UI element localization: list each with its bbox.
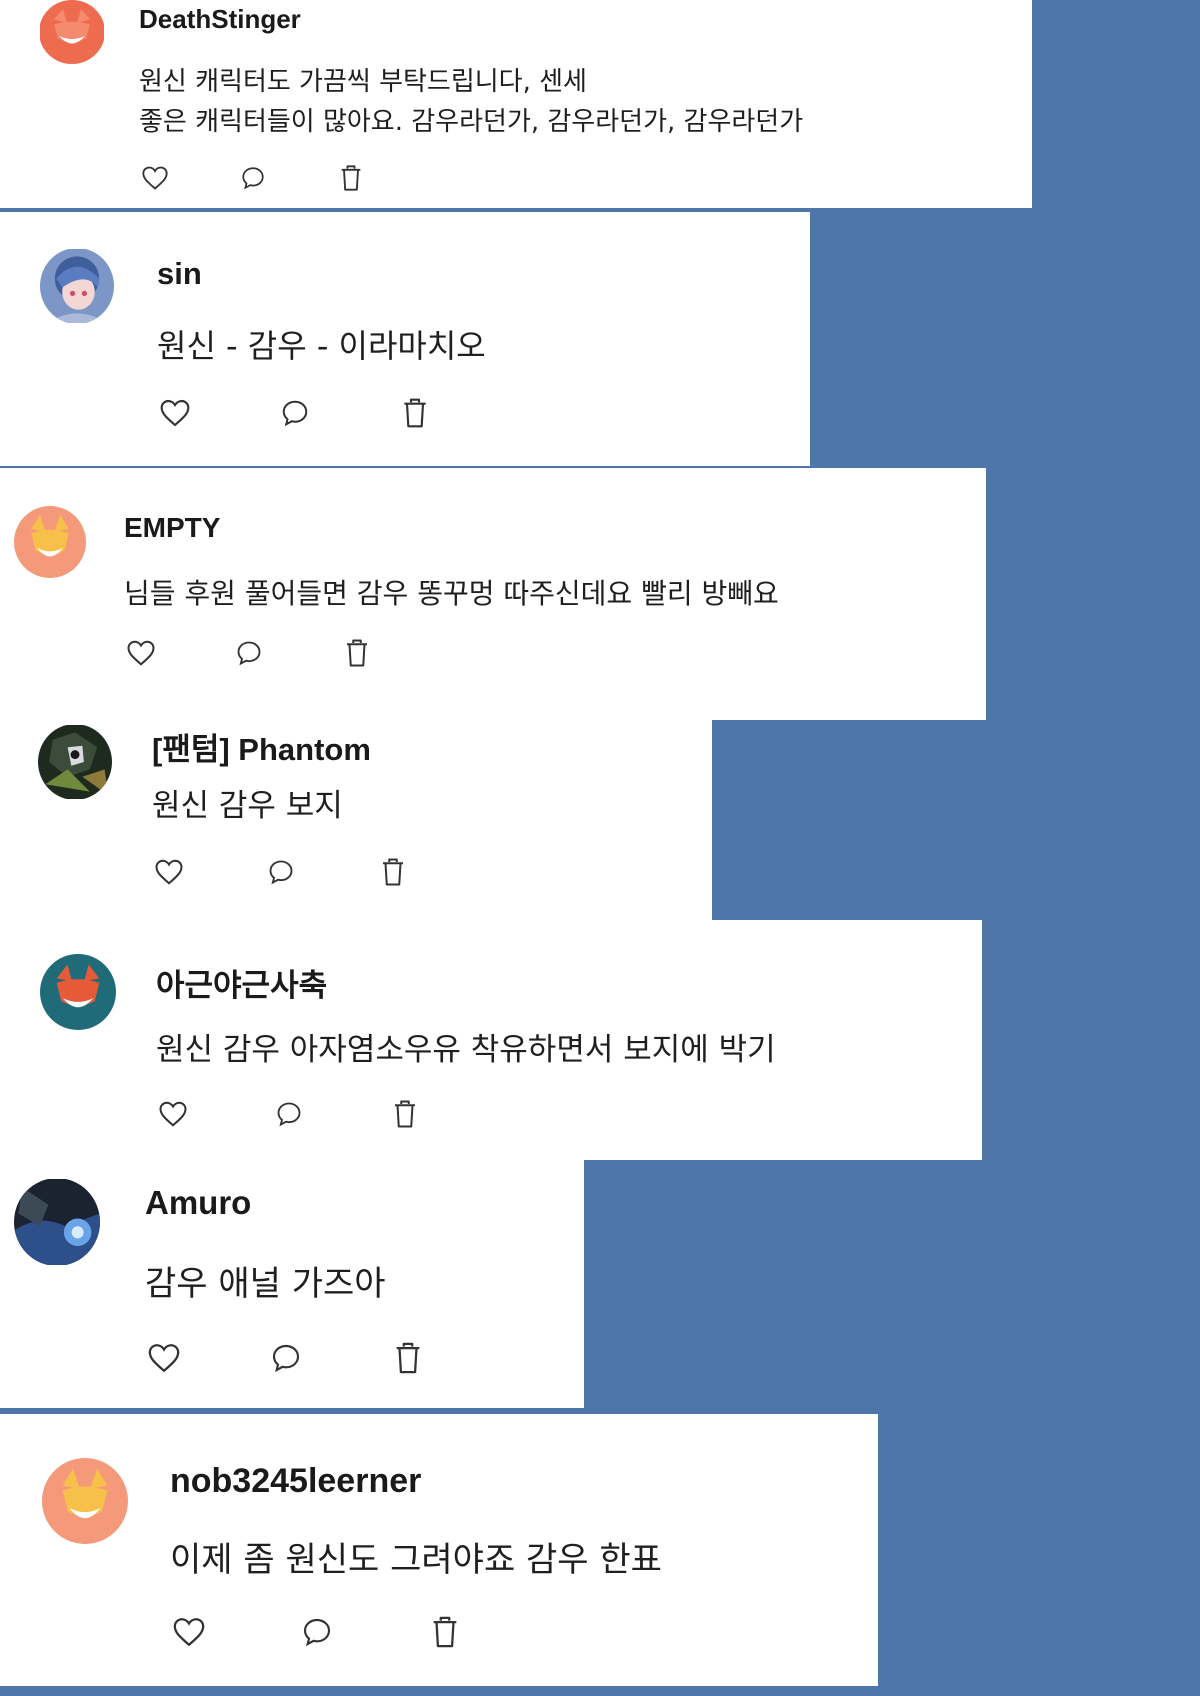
- heart-icon: [148, 1344, 180, 1373]
- reply-button[interactable]: [264, 856, 298, 888]
- comment-line: 원신 - 감우 - 이라마치오: [157, 327, 486, 365]
- comment-card-sin: sin 원신 - 감우 - 이라마치오: [0, 212, 810, 466]
- heart-icon: [142, 166, 168, 190]
- trash-icon: [433, 1616, 457, 1648]
- comment-line: 원신 캐릭터도 가끔씩 부탁드립니다, 센세: [139, 67, 587, 97]
- comment-actions: [156, 1098, 422, 1130]
- avatar[interactable]: [14, 1178, 100, 1266]
- comment-line: 님들 후원 풀어들면 감우 똥꾸멍 따주신데요 빨리 방빼요: [124, 577, 779, 610]
- speech-bubble-icon: [269, 860, 293, 885]
- comment-actions: [170, 1614, 464, 1650]
- username[interactable]: Amuro: [145, 1184, 251, 1222]
- comment-card-phantom: [팬텀] Phantom 원신 감우 보지: [0, 720, 712, 920]
- delete-button[interactable]: [340, 638, 374, 668]
- speech-bubble-icon: [237, 641, 261, 666]
- delete-button[interactable]: [389, 1340, 427, 1376]
- speech-bubble-icon: [282, 400, 308, 427]
- trash-icon: [347, 639, 367, 667]
- avatar[interactable]: [39, 0, 105, 64]
- heart-icon: [127, 640, 155, 666]
- trash-icon: [395, 1100, 415, 1128]
- comment-card-amuro: Amuro 감우 애널 가즈아: [0, 1160, 584, 1408]
- fox-icon: [40, 0, 104, 64]
- delete-button[interactable]: [397, 396, 433, 430]
- avatar[interactable]: [42, 1458, 128, 1544]
- username[interactable]: sin: [157, 256, 202, 292]
- username[interactable]: nob3245leerner: [170, 1462, 421, 1501]
- reply-button[interactable]: [237, 164, 269, 192]
- speech-bubble-icon: [277, 1102, 301, 1127]
- username[interactable]: DeathStinger: [139, 4, 301, 35]
- dark-blue-art-icon: [14, 1179, 100, 1265]
- comment-line: 좋은 캐릭터들이 많아요. 감우라던가, 감우라던가, 감우라던가: [139, 107, 804, 137]
- delete-button[interactable]: [376, 856, 410, 888]
- comment-card-nob3245leerner: nob3245leerner 이제 좀 원신도 그려야죠 감우 한표: [0, 1414, 878, 1686]
- comment-text: 원신 - 감우 - 이라마치오: [157, 324, 486, 368]
- comment-line: 감우 애널 가즈아: [145, 1264, 386, 1304]
- comment-actions: [152, 856, 410, 888]
- like-button[interactable]: [152, 856, 186, 888]
- speech-bubble-icon: [272, 1344, 300, 1373]
- comment-line: 이제 좀 원신도 그려야죠 감우 한표: [170, 1540, 662, 1580]
- delete-button[interactable]: [388, 1098, 422, 1130]
- comment-text: 원신 감우 아자염소우유 착유하면서 보지에 박기: [156, 1028, 776, 1072]
- avatar[interactable]: [38, 724, 112, 800]
- heart-icon: [173, 1618, 205, 1647]
- comment-text: 감우 애널 가즈아: [145, 1260, 386, 1308]
- heart-icon: [159, 1101, 187, 1127]
- dark-art-icon: [38, 725, 112, 799]
- like-button[interactable]: [156, 1098, 190, 1130]
- like-button[interactable]: [170, 1614, 208, 1650]
- like-button[interactable]: [157, 396, 193, 430]
- comment-line: 원신 감우 아자염소우유 착유하면서 보지에 박기: [156, 1032, 776, 1068]
- reply-button[interactable]: [272, 1098, 306, 1130]
- reply-button[interactable]: [232, 638, 266, 668]
- trash-icon: [383, 858, 403, 886]
- fox-icon: [40, 954, 116, 1030]
- delete-button[interactable]: [426, 1614, 464, 1650]
- like-button[interactable]: [124, 638, 158, 668]
- reply-button[interactable]: [277, 396, 313, 430]
- reply-button[interactable]: [267, 1340, 305, 1376]
- comment-text: 이제 좀 원신도 그려야죠 감우 한표: [170, 1536, 662, 1584]
- speech-bubble-icon: [242, 167, 264, 190]
- trash-icon: [341, 165, 361, 191]
- avatar[interactable]: [40, 248, 114, 324]
- comment-card-agun: 아근야근사축 원신 감우 아자염소우유 착유하면서 보지에 박기: [0, 920, 982, 1160]
- fox-icon: [42, 1458, 128, 1544]
- comment-card-empty: EMPTY 님들 후원 풀어들면 감우 똥꾸멍 따주신데요 빨리 방빼요: [0, 468, 986, 720]
- username[interactable]: EMPTY: [124, 512, 220, 544]
- speech-bubble-icon: [303, 1618, 331, 1647]
- avatar[interactable]: [14, 506, 86, 578]
- comment-actions: [139, 164, 367, 192]
- username[interactable]: [팬텀] Phantom: [152, 724, 371, 769]
- comment-line: 원신 감우 보지: [152, 788, 343, 824]
- anime-character-icon: [40, 249, 114, 323]
- heart-icon: [160, 399, 190, 427]
- username[interactable]: 아근야근사축: [156, 960, 327, 1005]
- comment-actions: [124, 638, 374, 668]
- fox-icon: [14, 506, 86, 578]
- comment-text: 님들 후원 풀어들면 감우 똥꾸멍 따주신데요 빨리 방빼요: [124, 574, 779, 614]
- comment-text: 원신 캐릭터도 가끔씩 부탁드립니다, 센세 좋은 캐릭터들이 많아요. 감우라…: [139, 62, 803, 142]
- delete-button[interactable]: [335, 164, 367, 192]
- heart-icon: [155, 859, 183, 885]
- trash-icon: [404, 398, 426, 428]
- comment-card-deathstinger: DeathStinger 원신 캐릭터도 가끔씩 부탁드립니다, 센세 좋은 캐…: [0, 0, 1032, 208]
- comment-actions: [157, 396, 433, 430]
- like-button[interactable]: [139, 164, 171, 192]
- reply-button[interactable]: [298, 1614, 336, 1650]
- trash-icon: [396, 1342, 420, 1374]
- comment-text: 원신 감우 보지: [152, 784, 343, 828]
- like-button[interactable]: [145, 1340, 183, 1376]
- comment-actions: [145, 1340, 427, 1376]
- avatar[interactable]: [40, 954, 116, 1030]
